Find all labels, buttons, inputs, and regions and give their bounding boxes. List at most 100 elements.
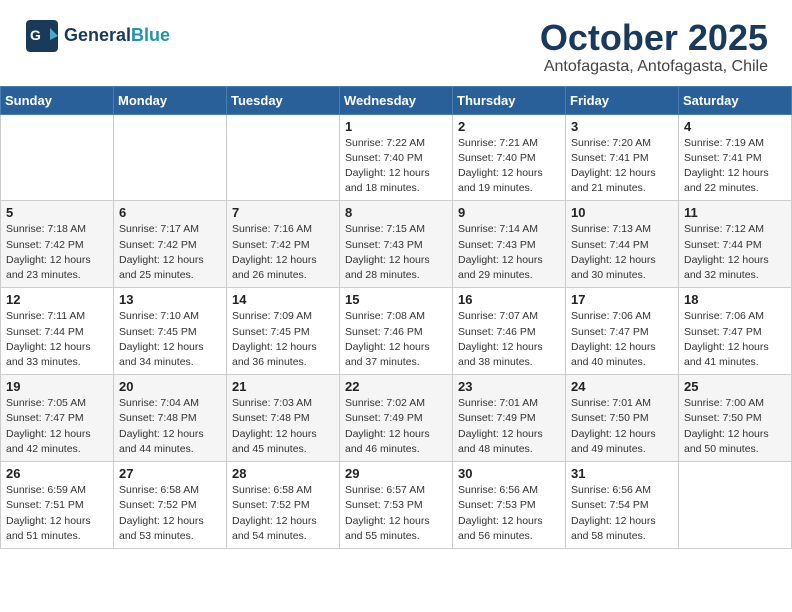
calendar-week-row: 1 Sunrise: 7:22 AMSunset: 7:40 PMDaylight… (1, 114, 792, 201)
weekday-header-thursday: Thursday (453, 86, 566, 114)
calendar-cell: 13Sunrise: 7:10 AMSunset: 7:45 PMDayligh… (114, 288, 227, 375)
calendar-cell: 1 Sunrise: 7:22 AMSunset: 7:40 PMDaylight… (340, 114, 453, 201)
weekday-header-row: SundayMondayTuesdayWednesdayThursdayFrid… (1, 86, 792, 114)
calendar-cell: 23 Sunrise: 7:01 AMSunset: 7:49 PMDayligh… (453, 375, 566, 462)
day-number: 16 (458, 292, 560, 307)
day-info: Sunrise: 6:58 AMSunset: 7:52 PMDaylight:… (119, 483, 221, 544)
day-number: 2 (458, 119, 560, 134)
calendar-cell: 29 Sunrise: 6:57 AMSunset: 7:53 PMDayligh… (340, 462, 453, 549)
day-info: Sunrise: 6:56 AMSunset: 7:54 PMDaylight:… (571, 483, 673, 544)
calendar-table: SundayMondayTuesdayWednesdayThursdayFrid… (0, 86, 792, 549)
day-number: 7 (232, 205, 334, 220)
calendar-cell: 27 Sunrise: 6:58 AMSunset: 7:52 PMDayligh… (114, 462, 227, 549)
weekday-header-wednesday: Wednesday (340, 86, 453, 114)
day-info: Sunrise: 7:16 AMSunset: 7:42 PMDaylight:… (232, 222, 334, 283)
header: G GeneralBlue October 2025 Antofagasta, … (0, 0, 792, 86)
calendar-cell (227, 114, 340, 201)
month-title: October 2025 (540, 18, 768, 58)
day-number: 14 (232, 292, 334, 307)
day-info: Sunrise: 7:18 AMSunset: 7:42 PMDaylight:… (6, 222, 108, 283)
day-info: Sunrise: 7:19 AMSunset: 7:41 PMDaylight:… (684, 136, 786, 197)
calendar-cell: 18 Sunrise: 7:06 AMSunset: 7:47 PMDayligh… (679, 288, 792, 375)
calendar-cell (1, 114, 114, 201)
day-info: Sunrise: 6:59 AMSunset: 7:51 PMDaylight:… (6, 483, 108, 544)
calendar-week-row: 5Sunrise: 7:18 AMSunset: 7:42 PMDaylight… (1, 201, 792, 288)
day-info: Sunrise: 7:00 AMSunset: 7:50 PMDaylight:… (684, 396, 786, 457)
weekday-header-saturday: Saturday (679, 86, 792, 114)
calendar-cell: 28 Sunrise: 6:58 AMSunset: 7:52 PMDayligh… (227, 462, 340, 549)
calendar-cell: 15Sunrise: 7:08 AMSunset: 7:46 PMDayligh… (340, 288, 453, 375)
day-number: 18 (684, 292, 786, 307)
location-title: Antofagasta, Antofagasta, Chile (540, 58, 768, 76)
calendar-cell: 14 Sunrise: 7:09 AMSunset: 7:45 PMDayligh… (227, 288, 340, 375)
calendar-cell: 12Sunrise: 7:11 AMSunset: 7:44 PMDayligh… (1, 288, 114, 375)
day-number: 28 (232, 466, 334, 481)
day-info: Sunrise: 7:02 AMSunset: 7:49 PMDaylight:… (345, 396, 447, 457)
calendar-cell: 10Sunrise: 7:13 AMSunset: 7:44 PMDayligh… (566, 201, 679, 288)
day-info: Sunrise: 7:21 AMSunset: 7:40 PMDaylight:… (458, 136, 560, 197)
day-number: 17 (571, 292, 673, 307)
logo-icon: G (24, 18, 60, 54)
calendar-cell: 5Sunrise: 7:18 AMSunset: 7:42 PMDaylight… (1, 201, 114, 288)
day-info: Sunrise: 7:22 AMSunset: 7:40 PMDaylight:… (345, 136, 447, 197)
day-number: 24 (571, 379, 673, 394)
page-container: G GeneralBlue October 2025 Antofagasta, … (0, 0, 792, 549)
day-number: 30 (458, 466, 560, 481)
calendar-cell (114, 114, 227, 201)
day-info: Sunrise: 7:20 AMSunset: 7:41 PMDaylight:… (571, 136, 673, 197)
day-info: Sunrise: 7:07 AMSunset: 7:46 PMDaylight:… (458, 309, 560, 370)
day-number: 4 (684, 119, 786, 134)
calendar-cell: 4 Sunrise: 7:19 AMSunset: 7:41 PMDaylight… (679, 114, 792, 201)
day-number: 26 (6, 466, 108, 481)
day-info: Sunrise: 7:06 AMSunset: 7:47 PMDaylight:… (571, 309, 673, 370)
calendar-cell: 9Sunrise: 7:14 AMSunset: 7:43 PMDaylight… (453, 201, 566, 288)
day-info: Sunrise: 7:01 AMSunset: 7:50 PMDaylight:… (571, 396, 673, 457)
calendar-cell: 22 Sunrise: 7:02 AMSunset: 7:49 PMDayligh… (340, 375, 453, 462)
calendar-cell: 3 Sunrise: 7:20 AMSunset: 7:41 PMDaylight… (566, 114, 679, 201)
day-info: Sunrise: 7:08 AMSunset: 7:46 PMDaylight:… (345, 309, 447, 370)
day-number: 29 (345, 466, 447, 481)
calendar-cell: 20 Sunrise: 7:04 AMSunset: 7:48 PMDayligh… (114, 375, 227, 462)
calendar-cell: 30 Sunrise: 6:56 AMSunset: 7:53 PMDayligh… (453, 462, 566, 549)
day-number: 31 (571, 466, 673, 481)
day-number: 23 (458, 379, 560, 394)
day-number: 20 (119, 379, 221, 394)
logo-text: GeneralBlue (64, 26, 170, 46)
svg-text:G: G (30, 27, 41, 43)
day-info: Sunrise: 7:09 AMSunset: 7:45 PMDaylight:… (232, 309, 334, 370)
logo: G GeneralBlue (24, 18, 170, 54)
day-number: 27 (119, 466, 221, 481)
calendar-week-row: 19Sunrise: 7:05 AMSunset: 7:47 PMDayligh… (1, 375, 792, 462)
calendar-cell: 31 Sunrise: 6:56 AMSunset: 7:54 PMDayligh… (566, 462, 679, 549)
day-number: 8 (345, 205, 447, 220)
day-info: Sunrise: 6:58 AMSunset: 7:52 PMDaylight:… (232, 483, 334, 544)
day-info: Sunrise: 7:04 AMSunset: 7:48 PMDaylight:… (119, 396, 221, 457)
day-number: 6 (119, 205, 221, 220)
day-info: Sunrise: 7:10 AMSunset: 7:45 PMDaylight:… (119, 309, 221, 370)
day-number: 12 (6, 292, 108, 307)
calendar-cell: 2 Sunrise: 7:21 AMSunset: 7:40 PMDaylight… (453, 114, 566, 201)
day-info: Sunrise: 7:17 AMSunset: 7:42 PMDaylight:… (119, 222, 221, 283)
day-info: Sunrise: 7:03 AMSunset: 7:48 PMDaylight:… (232, 396, 334, 457)
weekday-header-tuesday: Tuesday (227, 86, 340, 114)
day-info: Sunrise: 7:06 AMSunset: 7:47 PMDaylight:… (684, 309, 786, 370)
day-number: 22 (345, 379, 447, 394)
calendar-cell: 24 Sunrise: 7:01 AMSunset: 7:50 PMDayligh… (566, 375, 679, 462)
weekday-header-sunday: Sunday (1, 86, 114, 114)
calendar-cell: 6 Sunrise: 7:17 AMSunset: 7:42 PMDaylight… (114, 201, 227, 288)
day-number: 1 (345, 119, 447, 134)
day-number: 3 (571, 119, 673, 134)
calendar-cell: 26 Sunrise: 6:59 AMSunset: 7:51 PMDayligh… (1, 462, 114, 549)
title-area: October 2025 Antofagasta, Antofagasta, C… (540, 18, 768, 76)
day-info: Sunrise: 6:56 AMSunset: 7:53 PMDaylight:… (458, 483, 560, 544)
calendar-cell: 16 Sunrise: 7:07 AMSunset: 7:46 PMDayligh… (453, 288, 566, 375)
day-info: Sunrise: 7:05 AMSunset: 7:47 PMDaylight:… (6, 396, 108, 457)
day-info: Sunrise: 7:15 AMSunset: 7:43 PMDaylight:… (345, 222, 447, 283)
calendar-cell: 8 Sunrise: 7:15 AMSunset: 7:43 PMDaylight… (340, 201, 453, 288)
day-info: Sunrise: 7:12 AMSunset: 7:44 PMDaylight:… (684, 222, 786, 283)
weekday-header-monday: Monday (114, 86, 227, 114)
day-number: 11 (684, 205, 786, 220)
day-info: Sunrise: 6:57 AMSunset: 7:53 PMDaylight:… (345, 483, 447, 544)
day-info: Sunrise: 7:01 AMSunset: 7:49 PMDaylight:… (458, 396, 560, 457)
day-number: 21 (232, 379, 334, 394)
